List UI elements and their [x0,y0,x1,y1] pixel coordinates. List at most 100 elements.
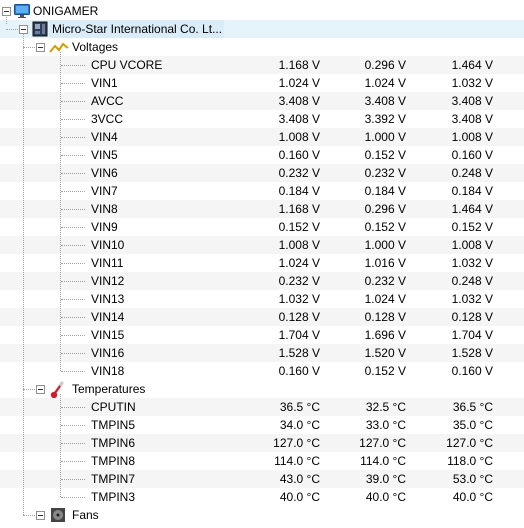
sensor-max: 1.032 V [451,76,493,90]
collapse-toggle[interactable] [36,43,45,52]
sensor-max: 0.248 V [451,166,493,180]
sensor-value: 114.0 °C [274,454,320,468]
sensor-name: VIN6 [91,166,118,180]
sensor-value: 0.152 V [278,220,320,234]
sensor-min: 39.0 °C [365,472,406,486]
sensor-name: VIN12 [91,274,125,288]
sensor-min: 3.392 V [364,112,406,126]
sensor-name: CPU VCORE [91,58,163,72]
sensor-value: 1.024 V [278,76,320,90]
tree-board-node[interactable]: Micro-Star International Co. Lt... [0,20,524,38]
group-label: Fans [72,508,99,522]
tree-root-node[interactable]: ONIGAMER [0,2,524,20]
sensor-value: 0.232 V [278,274,320,288]
sensor-name: TMPIN6 [91,436,136,450]
sensor-value: 36.5 °C [279,400,320,414]
sensor-name: 3VCC [91,112,124,126]
sensor-min: 114.0 °C [360,454,406,468]
tree-connector [61,371,85,372]
sensor-value: 0.160 V [278,148,320,162]
sensor-name: TMPIN8 [91,454,136,468]
tree-connector [61,443,85,444]
sensor-min: 1.000 V [364,130,406,144]
tree-connector [61,227,85,228]
tree-connector [23,33,24,515]
sensor-value: 43.0 °C [279,472,320,486]
sensor-max: 0.184 V [451,184,493,198]
tree-connector [61,155,85,156]
sensor-max: 0.248 V [451,274,493,288]
tree-connector [61,173,85,174]
sensor-min: 40.0 °C [365,490,406,504]
tree-connector [6,29,18,30]
sensor-min: 0.152 V [364,148,406,162]
tree-group-temperatures[interactable]: Temperatures [0,380,524,399]
tree-group-voltages[interactable]: Voltages [0,38,524,56]
sensor-min: 0.296 V [364,202,406,216]
sensor-value: 3.408 V [278,94,320,108]
sensor-max: 1.528 V [451,346,493,360]
fan-icon [50,507,66,528]
tree-connector [61,299,85,300]
sensor-value: 1.704 V [278,328,320,342]
sensor-value: 1.008 V [278,238,320,252]
tree-connector [23,47,35,48]
sensor-name: VIN16 [91,346,125,360]
sensor-min: 33.0 °C [365,418,406,432]
tree-connector [61,317,85,318]
sensor-max: 127.0 °C [446,436,493,450]
sensor-value: 0.232 V [278,166,320,180]
sensor-name: VIN7 [91,184,118,198]
sensor-name: VIN9 [91,220,118,234]
group-label: Voltages [72,40,119,54]
sensor-max: 40.0 °C [452,490,493,504]
sensor-min: 1.024 V [364,292,406,306]
collapse-toggle[interactable] [36,511,45,520]
sensor-min: 0.152 V [364,220,406,234]
sensor-value: 34.0 °C [279,418,320,432]
tree-connector [23,515,35,516]
sensor-min: 1.520 V [364,346,406,360]
tree-connector [61,479,85,480]
sensor-name: VIN15 [91,328,125,342]
sensor-name: TMPIN5 [91,418,136,432]
sensor-name: VIN4 [91,130,118,144]
tree-connector [61,263,85,264]
sensor-min: 0.232 V [364,166,406,180]
sensor-name: VIN5 [91,148,118,162]
sensor-max: 1.032 V [451,292,493,306]
sensor-max: 0.160 V [451,364,493,378]
tree-group-fans[interactable]: Fans [0,506,524,524]
sensor-max: 0.160 V [451,148,493,162]
sensor-max: 1.704 V [451,328,493,342]
sensor-min: 127.0 °C [359,436,406,450]
sensor-name: VIN11 [91,256,124,270]
sensor-name: VIN14 [91,310,125,324]
sensor-min: 32.5 °C [365,400,406,414]
tree-connector [61,407,85,408]
sensor-min: 0.296 V [364,58,406,72]
collapse-toggle[interactable] [36,385,45,394]
sensor-name: VIN1 [91,76,118,90]
sensor-max: 3.408 V [451,112,493,126]
tree-connector [23,389,35,390]
sensor-value: 1.168 V [278,58,320,72]
tree-connector [61,425,85,426]
tree-connector [6,15,7,24]
sensor-min: 0.184 V [364,184,406,198]
sensor-max: 53.0 °C [452,472,493,486]
tree-connector [61,209,85,210]
tree-connector [61,461,85,462]
sensor-name: VIN10 [91,238,125,252]
sensor-max: 1.008 V [451,130,493,144]
tree-connector [60,394,61,497]
sensor-min: 1.016 V [364,256,406,270]
sensor-name: TMPIN3 [91,490,136,504]
tree-connector [61,281,85,282]
sensor-max: 0.152 V [451,220,493,234]
sensor-min: 0.232 V [364,274,406,288]
board-label: Micro-Star International Co. Lt... [52,22,223,36]
sensor-min: 0.152 V [364,364,406,378]
sensor-value: 0.160 V [278,364,320,378]
tree-connector [61,137,85,138]
